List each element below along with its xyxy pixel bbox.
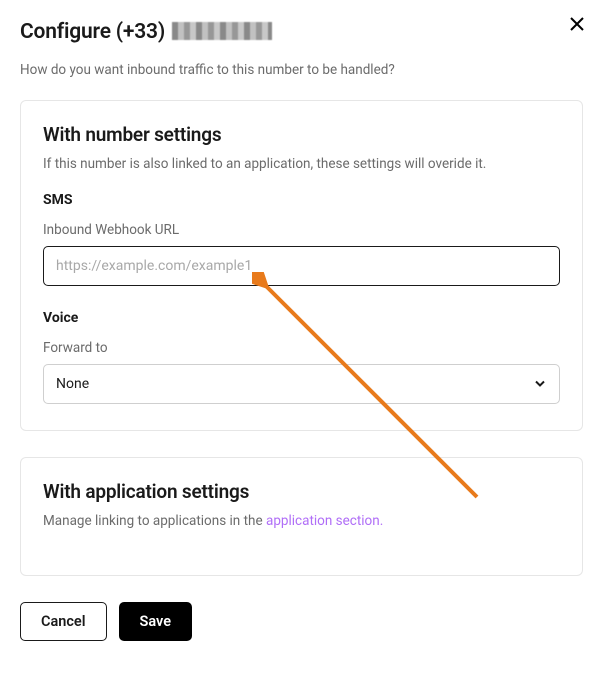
save-button[interactable]: Save bbox=[119, 602, 193, 641]
application-settings-desc: Manage linking to applications in the ap… bbox=[43, 513, 560, 529]
application-settings-card: With application settings Manage linking… bbox=[20, 457, 583, 576]
title-prefix: Configure (+33) bbox=[20, 20, 165, 44]
dialog-footer: Cancel Save bbox=[20, 602, 583, 641]
forward-to-selected: None bbox=[56, 376, 89, 392]
number-settings-card: With number settings If this number is a… bbox=[20, 100, 583, 431]
number-settings-desc: If this number is also linked to an appl… bbox=[43, 156, 560, 172]
forward-to-select[interactable]: None bbox=[43, 364, 560, 404]
application-section-link[interactable]: application section. bbox=[266, 513, 383, 529]
application-settings-heading: With application settings bbox=[43, 480, 560, 503]
dialog-subtitle: How do you want inbound traffic to this … bbox=[20, 62, 583, 78]
app-desc-prefix: Manage linking to applications in the bbox=[43, 513, 266, 529]
forward-to-label: Forward to bbox=[43, 340, 560, 356]
webhook-url-label: Inbound Webhook URL bbox=[43, 222, 560, 238]
sms-section-label: SMS bbox=[43, 192, 560, 208]
number-settings-heading: With number settings bbox=[43, 123, 560, 146]
inbound-webhook-url-input[interactable] bbox=[43, 246, 560, 286]
voice-section-label: Voice bbox=[43, 310, 560, 326]
redacted-number bbox=[172, 22, 272, 40]
dialog-title: Configure (+33) bbox=[20, 20, 583, 44]
cancel-button[interactable]: Cancel bbox=[20, 602, 107, 641]
close-button[interactable] bbox=[565, 12, 589, 36]
